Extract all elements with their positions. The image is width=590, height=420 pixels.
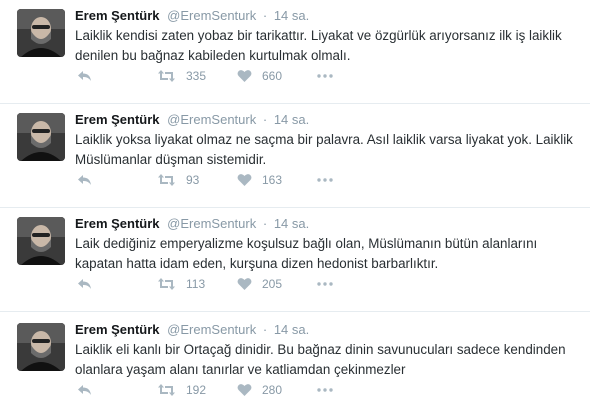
avatar[interactable] [17, 9, 65, 57]
retweet-button[interactable]: 93 [157, 170, 199, 190]
tweet-text: Laik dediğiniz emperyalizme koşulsuz bağ… [75, 236, 538, 271]
like-button[interactable]: 163 [237, 170, 282, 190]
author-handle[interactable]: @EremSenturk [167, 216, 256, 231]
retweet-button[interactable]: 335 [157, 66, 206, 86]
like-count: 280 [262, 383, 283, 397]
retweet-icon [158, 174, 175, 186]
tweet-header: Erem Şentürk @EremSenturk · 14 sa. [75, 111, 309, 129]
tweet-text: Laiklik eli kanlı bir Ortaçağ dinidir. B… [75, 342, 566, 377]
more-icon [317, 388, 333, 392]
author-handle[interactable]: @EremSenturk [167, 322, 256, 337]
more-button[interactable] [317, 66, 333, 86]
tweet-item[interactable]: Erem Şentürk @EremSenturk · 14 sa. Laikl… [0, 0, 590, 104]
more-icon [317, 178, 333, 182]
heart-icon [237, 174, 252, 186]
like-button[interactable]: 280 [237, 380, 282, 400]
avatar-image [17, 9, 65, 57]
retweet-count: 335 [186, 69, 207, 83]
more-button[interactable] [317, 170, 333, 190]
retweet-count: 93 [186, 173, 200, 187]
tweet-actions: 335 660 [75, 66, 375, 86]
retweet-icon [158, 384, 175, 396]
more-button[interactable] [317, 274, 333, 294]
author-handle[interactable]: @EremSenturk [167, 8, 256, 23]
retweet-icon [158, 70, 175, 82]
more-icon [317, 74, 333, 78]
author-name[interactable]: Erem Şentürk [75, 216, 160, 231]
avatar[interactable] [17, 113, 65, 161]
tweet-item[interactable]: Erem Şentürk @EremSenturk · 14 sa. Laikl… [0, 104, 590, 208]
tweet-actions: 113 205 [75, 274, 375, 294]
tweet-header: Erem Şentürk @EremSenturk · 14 sa. [75, 321, 309, 339]
separator-dot: · [262, 322, 268, 337]
reply-button[interactable] [77, 274, 93, 294]
heart-icon [237, 384, 252, 396]
separator-dot: · [262, 112, 268, 127]
author-name[interactable]: Erem Şentürk [75, 322, 160, 337]
separator-dot: · [262, 8, 268, 23]
more-button[interactable] [317, 380, 333, 400]
avatar-image [17, 217, 65, 265]
like-count: 660 [262, 69, 283, 83]
reply-button[interactable] [77, 170, 93, 190]
author-handle[interactable]: @EremSenturk [167, 112, 256, 127]
tweet-actions: 93 163 [75, 170, 375, 190]
retweet-button[interactable]: 113 [157, 274, 205, 294]
heart-icon [237, 70, 252, 82]
avatar[interactable] [17, 217, 65, 265]
separator-dot: · [262, 216, 268, 231]
avatar-image [17, 323, 65, 371]
reply-button[interactable] [77, 380, 93, 400]
reply-icon [78, 385, 91, 395]
more-icon [317, 282, 333, 286]
like-button[interactable]: 660 [237, 66, 282, 86]
retweet-count: 192 [186, 383, 207, 397]
like-count: 205 [262, 277, 283, 291]
like-button[interactable]: 205 [237, 274, 282, 294]
tweet-text: Laiklik kendisi zaten yobaz bir tarikatt… [75, 28, 562, 63]
timestamp[interactable]: 14 sa. [274, 112, 309, 127]
reply-button[interactable] [77, 66, 93, 86]
timestamp[interactable]: 14 sa. [274, 322, 309, 337]
tweet-actions: 192 280 [75, 380, 375, 400]
retweet-icon [158, 278, 175, 290]
tweet-header: Erem Şentürk @EremSenturk · 14 sa. [75, 7, 309, 25]
reply-icon [78, 175, 91, 185]
avatar[interactable] [17, 323, 65, 371]
retweet-button[interactable]: 192 [157, 380, 206, 400]
heart-icon [237, 278, 252, 290]
like-count: 163 [262, 173, 283, 187]
tweet-timeline: Erem Şentürk @EremSenturk · 14 sa. Laikl… [0, 0, 590, 420]
avatar-image [17, 113, 65, 161]
timestamp[interactable]: 14 sa. [274, 216, 309, 231]
reply-icon [78, 71, 91, 81]
author-name[interactable]: Erem Şentürk [75, 8, 160, 23]
tweet-item[interactable]: Erem Şentürk @EremSenturk · 14 sa. Laikl… [0, 314, 590, 418]
author-name[interactable]: Erem Şentürk [75, 112, 160, 127]
tweet-text: Laiklik yoksa liyakat olmaz ne saçma bir… [75, 132, 573, 167]
reply-icon [78, 279, 91, 289]
retweet-count: 113 [186, 277, 206, 291]
tweet-header: Erem Şentürk @EremSenturk · 14 sa. [75, 215, 309, 233]
timestamp[interactable]: 14 sa. [274, 8, 309, 23]
tweet-item[interactable]: Erem Şentürk @EremSenturk · 14 sa. Laik … [0, 208, 590, 312]
